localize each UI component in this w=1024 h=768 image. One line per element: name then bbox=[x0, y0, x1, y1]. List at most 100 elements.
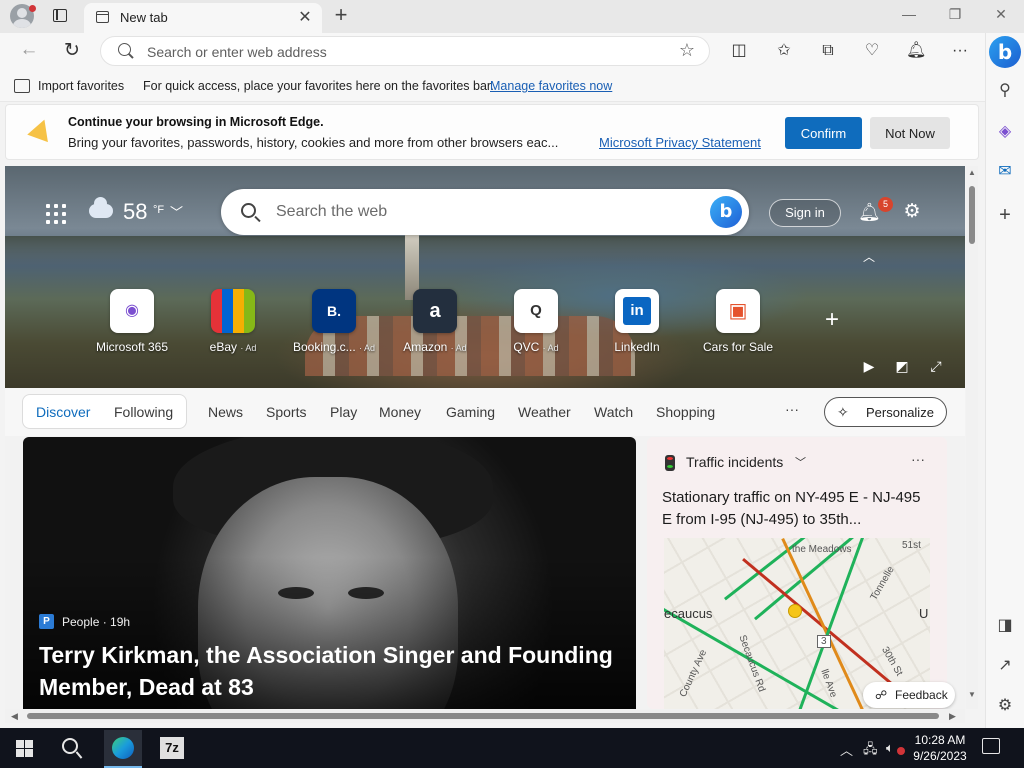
sidebar-open-external-icon[interactable]: ↗ bbox=[994, 655, 1016, 677]
ad-label: · Ad bbox=[542, 343, 559, 353]
map-label: Tonnelle bbox=[868, 564, 897, 603]
quick-link-qvc[interactable]: Q QVC · Ad bbox=[486, 289, 586, 359]
address-bar[interactable]: ☆ bbox=[100, 36, 710, 66]
favorites-hint: For quick access, place your favorites h… bbox=[143, 79, 494, 93]
vertical-scrollbar[interactable]: ▲ ▼ bbox=[966, 166, 978, 709]
system-clock[interactable]: 10:28 AM 9/26/2023 bbox=[905, 732, 975, 764]
web-search-box[interactable]: b bbox=[221, 189, 749, 235]
scroll-left-icon[interactable]: ◀ bbox=[11, 709, 18, 723]
quick-link-ebay[interactable]: eBay · Ad bbox=[183, 289, 283, 359]
tab-actions-icon[interactable] bbox=[53, 9, 67, 22]
sidebar-add-icon[interactable]: + bbox=[994, 204, 1016, 226]
tab-money[interactable]: Money bbox=[379, 404, 421, 420]
confirm-button[interactable]: Confirm bbox=[785, 117, 862, 149]
scroll-down-icon[interactable]: ▼ bbox=[967, 690, 977, 699]
sidebar-search-icon[interactable]: ⚲ bbox=[994, 80, 1016, 102]
new-tab-button[interactable]: + bbox=[330, 3, 352, 27]
map-label: County Ave bbox=[677, 648, 710, 699]
feedback-button[interactable]: ☍ Feedback bbox=[863, 682, 955, 708]
import-favorites-button[interactable]: Import favorites bbox=[38, 79, 124, 93]
chevron-down-icon[interactable]: ﹀ bbox=[795, 454, 806, 470]
tab-gaming[interactable]: Gaming bbox=[446, 404, 495, 420]
sign-in-button[interactable]: Sign in bbox=[769, 199, 841, 227]
chevron-up-icon[interactable]: ︿ bbox=[863, 248, 875, 265]
background-edit-icon[interactable]: ◩ bbox=[893, 358, 911, 375]
back-icon[interactable]: ← bbox=[17, 39, 41, 61]
minimize-icon[interactable]: — bbox=[899, 6, 919, 22]
cloud-icon[interactable] bbox=[89, 197, 113, 218]
refresh-icon[interactable]: ↻ bbox=[60, 39, 84, 62]
not-now-button[interactable]: Not Now bbox=[870, 117, 950, 149]
scroll-right-icon[interactable]: ▶ bbox=[949, 709, 956, 723]
traffic-description[interactable]: Stationary traffic on NY-495 E - NJ-495 … bbox=[662, 487, 932, 531]
7zip-taskbar-icon[interactable]: 7z bbox=[160, 737, 184, 759]
volume-icon[interactable]: 🔈︎ bbox=[886, 740, 894, 756]
personalize-button[interactable]: ✧ Personalize bbox=[824, 397, 947, 427]
action-center-icon[interactable] bbox=[982, 738, 1000, 754]
weather-unit: °F bbox=[153, 204, 165, 216]
taskbar-search-icon[interactable] bbox=[62, 738, 78, 754]
quick-link-cars-for-sale[interactable]: ▣ Cars for Sale bbox=[688, 289, 788, 359]
tab-shopping[interactable]: Shopping bbox=[656, 404, 715, 420]
browser-essentials-icon[interactable]: ♡ bbox=[862, 41, 882, 61]
more-tabs-icon[interactable]: ··· bbox=[785, 401, 799, 417]
split-screen-icon[interactable]: ◫ bbox=[729, 41, 749, 61]
tab-weather[interactable]: Weather bbox=[518, 404, 571, 420]
close-window-icon[interactable]: ✕ bbox=[991, 6, 1011, 23]
traffic-title[interactable]: Traffic incidents bbox=[686, 454, 783, 470]
tab-new-tab[interactable]: New tab ✕ bbox=[84, 3, 322, 33]
tab-following[interactable]: Following bbox=[114, 404, 173, 420]
show-hidden-icons-icon[interactable]: ︿ bbox=[840, 740, 853, 759]
add-favorite-star-icon[interactable]: ☆ bbox=[679, 40, 695, 61]
quick-link-text: eBay bbox=[209, 340, 237, 354]
tab-title: New tab bbox=[120, 10, 168, 25]
network-icon[interactable]: 🖧︎ bbox=[863, 740, 878, 762]
sidebar-outlook-icon[interactable]: ✉ bbox=[994, 161, 1016, 183]
story-title[interactable]: Terry Kirkman, the Association Singer an… bbox=[39, 639, 629, 703]
quick-link-linkedin[interactable]: in LinkedIn bbox=[587, 289, 687, 359]
vertical-scroll-thumb[interactable] bbox=[969, 186, 975, 244]
chevron-down-icon[interactable]: ﹀ bbox=[170, 202, 183, 221]
more-options-icon[interactable]: ··· bbox=[911, 451, 925, 467]
bell-icon[interactable]: 🔔︎ bbox=[858, 202, 881, 222]
bing-chat-icon[interactable]: b bbox=[710, 196, 742, 228]
tab-watch[interactable]: Watch bbox=[594, 404, 633, 420]
import-favorites-icon[interactable] bbox=[14, 79, 30, 93]
windows-start-icon[interactable] bbox=[16, 740, 33, 757]
quick-link-booking[interactable]: B. Booking.c... · Ad bbox=[284, 289, 384, 359]
expand-icon[interactable]: ⤢ bbox=[927, 358, 945, 375]
main-story-card[interactable]: P People · 19h Terry Kirkman, the Associ… bbox=[23, 437, 636, 709]
add-quick-link-icon[interactable]: + bbox=[825, 306, 839, 334]
notifications-icon[interactable]: 🔔︎ bbox=[906, 41, 926, 61]
settings-more-icon[interactable]: ··· bbox=[950, 41, 970, 61]
restore-icon[interactable]: ❐ bbox=[945, 6, 965, 23]
tab-discover[interactable]: Discover bbox=[36, 404, 90, 420]
scroll-up-icon[interactable]: ▲ bbox=[967, 168, 977, 177]
favorites-icon[interactable]: ✩ bbox=[774, 41, 794, 61]
traffic-card[interactable]: Traffic incidents ﹀ ··· Stationary traff… bbox=[647, 437, 947, 709]
edge-taskbar-icon[interactable] bbox=[104, 730, 142, 768]
sidebar-hide-icon[interactable]: ◨ bbox=[994, 615, 1016, 637]
sidebar-settings-icon[interactable]: ⚙ bbox=[994, 695, 1016, 717]
horizontal-scrollbar[interactable]: ◀ ▶ bbox=[5, 709, 965, 723]
quick-link-microsoft-365[interactable]: ◉ Microsoft 365 bbox=[82, 289, 182, 359]
incident-marker-icon[interactable] bbox=[788, 604, 802, 618]
car-icon: ▣ bbox=[716, 289, 760, 333]
play-icon[interactable]: ▶ bbox=[860, 358, 878, 375]
tab-sports[interactable]: Sports bbox=[266, 404, 306, 420]
quick-link-amazon[interactable]: a Amazon · Ad bbox=[385, 289, 485, 359]
sidebar-office-icon[interactable]: ◈ bbox=[994, 121, 1016, 143]
tab-close-icon[interactable]: ✕ bbox=[296, 7, 314, 27]
collections-icon[interactable]: ⧉ bbox=[818, 41, 838, 61]
privacy-statement-link[interactable]: Microsoft Privacy Statement bbox=[599, 135, 761, 150]
tab-play[interactable]: Play bbox=[330, 404, 357, 420]
weather-temperature[interactable]: 58 bbox=[123, 199, 147, 225]
tab-news[interactable]: News bbox=[208, 404, 243, 420]
page-settings-gear-icon[interactable]: ⚙ bbox=[902, 202, 922, 222]
bing-copilot-icon[interactable]: b bbox=[989, 36, 1021, 68]
address-input[interactable] bbox=[147, 42, 647, 61]
manage-favorites-link[interactable]: Manage favorites now bbox=[490, 79, 612, 93]
app-launcher-icon[interactable] bbox=[46, 204, 66, 224]
web-search-input[interactable] bbox=[276, 202, 696, 222]
horizontal-scroll-thumb[interactable] bbox=[27, 713, 939, 719]
